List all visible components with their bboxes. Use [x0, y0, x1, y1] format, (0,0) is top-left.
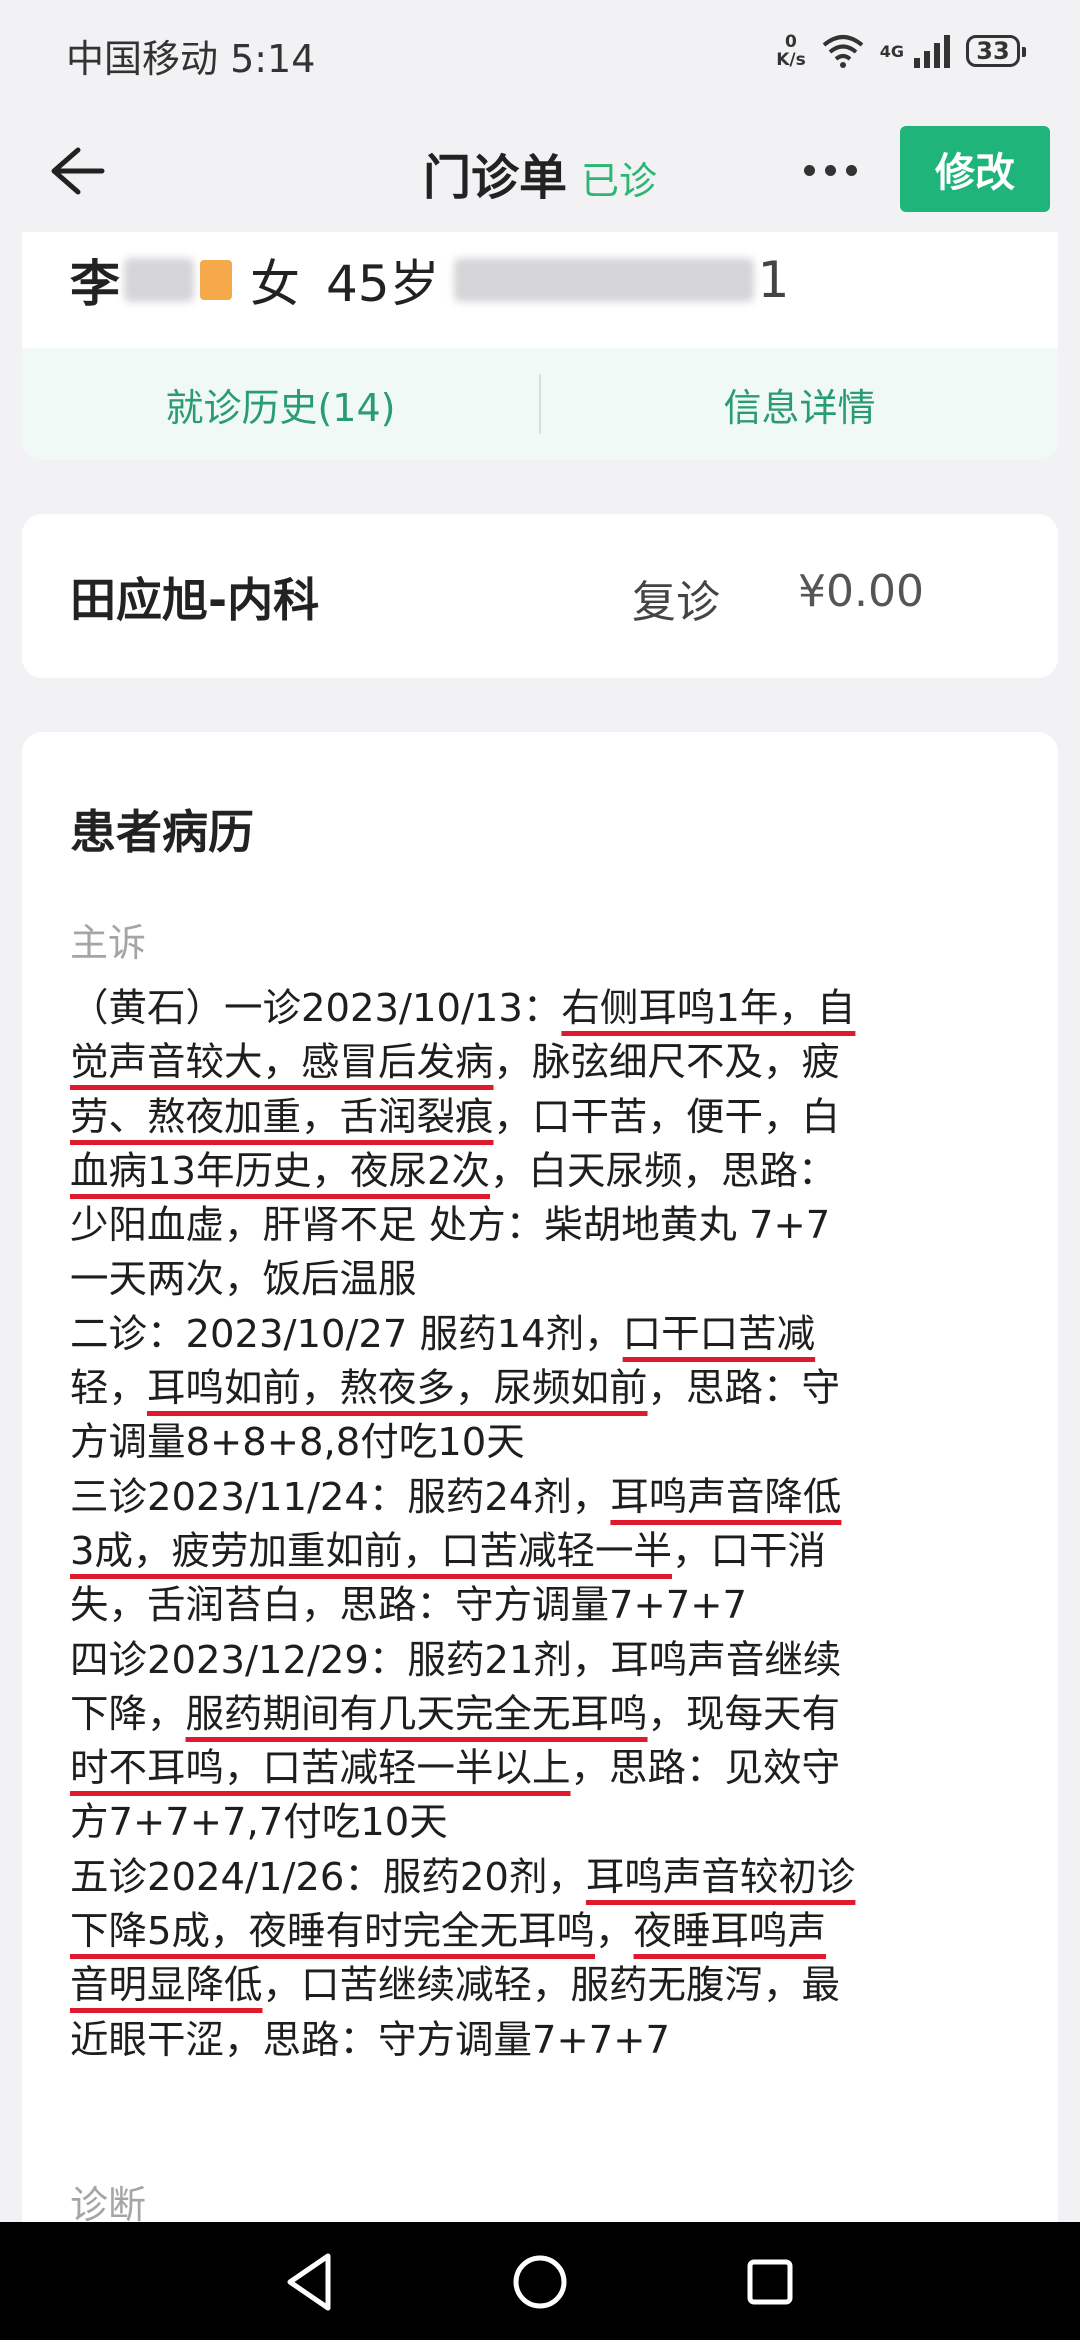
- battery-level: 33: [976, 37, 1010, 65]
- triangle-back-icon[interactable]: [270, 2242, 350, 2322]
- visit-card: 田应旭-内科 复诊 ¥0.00: [22, 514, 1058, 678]
- complaint-line: 近眼干涩，思路：守方调量7+7+7: [70, 2017, 671, 2063]
- complaint-line: 五诊2024/1/26：服药20剂，耳鸣声音较初诊: [70, 1851, 1030, 1905]
- tab-info-details[interactable]: 信息详情: [541, 377, 1058, 432]
- complaint-line: 方7+7+7,7付吃10天: [70, 1800, 448, 1846]
- complaint-line: 时不耳鸣，口苦减轻一半以上，思路：见效守: [70, 1742, 1030, 1796]
- status-icons: 0 K/s 4G 33: [776, 26, 1026, 76]
- medical-record-card: 患者病历 主诉 （黄石）一诊2023/10/13：右侧耳鸣1年，自 觉声音较大，…: [22, 732, 1058, 2232]
- text-segment: 轻，: [70, 1366, 148, 1412]
- battery-icon: 33: [966, 35, 1026, 67]
- underlined-segment: 耳鸣声音较初诊: [585, 1854, 856, 1900]
- text-segment: 下降，: [70, 1691, 186, 1737]
- patient-name: 李: [70, 255, 120, 313]
- patient-tabs: 就诊历史(14) 信息详情: [22, 348, 1058, 460]
- complaint-line: 血病13年历史，夜尿2次，白天尿频，思路：: [70, 1145, 1030, 1199]
- complaint-line: 下降，服药期间有几天完全无耳鸣，现每天有: [70, 1688, 1030, 1742]
- text-segment: ，白天尿频，思路：: [490, 1148, 837, 1194]
- top-nav-bar: 门诊单 已诊 修改: [0, 110, 1080, 232]
- text-segment: ，: [595, 1909, 634, 1955]
- carrier-time: 中国移动 5:14: [66, 37, 316, 81]
- underlined-segment: 服药期间有几天完全无耳鸣: [185, 1691, 648, 1737]
- complaint-line: 3成，疲劳加重如前，口苦减轻一半，口干消: [70, 1525, 1030, 1579]
- arrow-left-icon[interactable]: [40, 136, 110, 206]
- text-segment: ，思路：守: [647, 1366, 841, 1412]
- network-speed-unit: K/s: [776, 50, 806, 70]
- patient-gender: 女: [250, 255, 300, 313]
- patient-card: 李 女 45岁 1 就诊历史(14) 信息详情: [22, 232, 1058, 460]
- patient-id-tail: 1: [757, 251, 790, 309]
- underlined-segment: 口干口苦减: [622, 1311, 816, 1357]
- complaint-line: （黄石）一诊2023/10/13：右侧耳鸣1年，自: [70, 982, 1030, 1036]
- underlined-segment: 右侧耳鸣1年，自: [561, 986, 856, 1031]
- underlined-segment: 血病13年历史，夜尿2次: [70, 1148, 490, 1194]
- complaint-line: 一天两次，饭后温服: [70, 1257, 417, 1303]
- text-segment: ，思路：见效守: [570, 1746, 841, 1792]
- complaint-line: 下降5成，夜睡有时完全无耳鸣，夜睡耳鸣声: [70, 1905, 1030, 1959]
- underlined-segment: 劳、熬夜加重，舌润裂痕: [70, 1094, 494, 1140]
- tab-visit-history[interactable]: 就诊历史(14): [22, 377, 539, 432]
- signal-icon: [914, 35, 950, 68]
- complaint-line: 音明显降低，口苦继续减轻，服药无腹泻，最: [70, 1959, 1030, 2013]
- text-segment: 五诊2024/1/26：服药20剂，: [70, 1854, 586, 1900]
- network-speed: 0 K/s: [776, 33, 806, 69]
- underlined-segment: 3成，疲劳加重如前，口苦减轻一半: [70, 1528, 672, 1574]
- underlined-segment: 耳鸣如前，熬夜多，尿频如前: [147, 1366, 648, 1412]
- complaint-line: 失，舌润苔白，思路：守方调量7+7+7: [70, 1583, 748, 1629]
- network-type: 4G: [879, 41, 904, 61]
- complaint-line: 方调量8+8+8,8付吃10天: [70, 1420, 525, 1466]
- redacted-name: [124, 258, 194, 302]
- complaint-line: 劳、熬夜加重，舌润裂痕，口干苦，便干，白: [70, 1091, 1030, 1145]
- text-segment: ，口苦继续减轻，服药无腹泻，最: [262, 1963, 841, 2009]
- redacted-info: [453, 258, 754, 302]
- text-segment: ，口干消: [672, 1528, 827, 1574]
- complaint-line: 三诊2023/11/24：服药24剂，耳鸣声音降低: [70, 1471, 1030, 1525]
- complaint-line: 轻，耳鸣如前，熬夜多，尿频如前，思路：守: [70, 1362, 1030, 1416]
- chief-complaint-text: （黄石）一诊2023/10/13：右侧耳鸣1年，自 觉声音较大，感冒后发病，脉弦…: [70, 982, 1030, 2068]
- edit-button[interactable]: 修改: [900, 126, 1050, 212]
- page-title: 门诊单: [422, 150, 567, 206]
- complaint-line: 二诊：2023/10/27 服药14剂，口干口苦减: [70, 1308, 1030, 1362]
- underlined-segment: 下降5成，夜睡有时完全无耳鸣: [70, 1909, 595, 1955]
- patient-info: 李 女 45岁 1: [70, 240, 789, 320]
- visit-fee: ¥0.00: [798, 566, 924, 617]
- text-segment: ，现每天有: [647, 1691, 841, 1737]
- patient-age: 45岁: [326, 255, 440, 313]
- network-speed-value: 0: [785, 32, 797, 52]
- record-title: 患者病历: [70, 805, 254, 859]
- underlined-segment: 耳鸣声音降低: [610, 1474, 842, 1520]
- redaction-mark: [200, 260, 232, 300]
- status-bar: 中国移动 5:14 0 K/s 4G 33: [0, 0, 1080, 110]
- underlined-segment: 觉声音较大，感冒后发病: [70, 1040, 494, 1086]
- diagnosis-label: 诊断: [70, 2183, 147, 2227]
- wifi-icon: [822, 35, 864, 68]
- square-recent-icon[interactable]: [730, 2242, 810, 2322]
- complaint-line: 四诊2023/12/29：服药21剂，耳鸣声音继续: [70, 1637, 842, 1683]
- complaint-line: 少阳血虚，肝肾不足 处方：柴胡地黄丸 7+7: [70, 1203, 831, 1249]
- status-badge: 已诊: [581, 159, 658, 203]
- text-segment: 二诊：2023/10/27 服药14剂，: [70, 1311, 623, 1357]
- underlined-segment: 音明显降低: [70, 1963, 263, 2009]
- text-segment: ，脉弦细尺不及，疲: [493, 1040, 841, 1086]
- underlined-segment: 夜睡耳鸣声: [633, 1909, 827, 1955]
- system-nav-bar: [0, 2222, 1080, 2340]
- doctor-name: 田应旭-内科: [70, 573, 320, 627]
- text-segment: （黄石）一诊2023/10/13：: [70, 986, 562, 1031]
- underlined-segment: 时不耳鸣，口苦减轻一半以上: [70, 1746, 571, 1792]
- visit-type: 复诊: [632, 577, 720, 628]
- complaint-line: 觉声音较大，感冒后发病，脉弦细尺不及，疲: [70, 1036, 1030, 1090]
- text-segment: ，口干苦，便干，白: [493, 1094, 841, 1140]
- more-dots-icon[interactable]: [790, 140, 870, 200]
- complaint-label: 主诉: [70, 921, 147, 965]
- circle-home-icon[interactable]: [500, 2242, 580, 2322]
- text-segment: 三诊2023/11/24：服药24剂，: [70, 1474, 611, 1520]
